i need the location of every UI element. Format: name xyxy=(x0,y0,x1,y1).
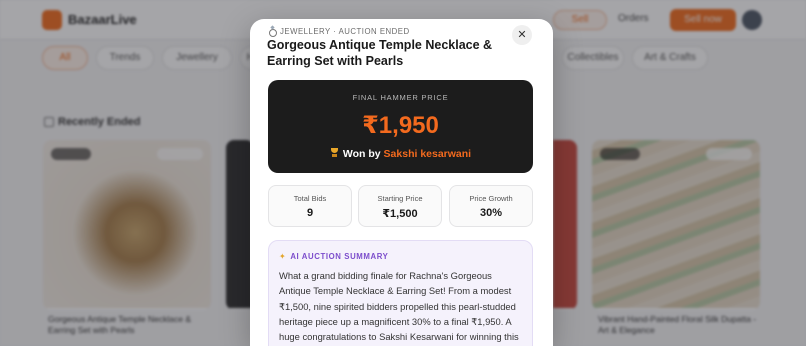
trophy-icon xyxy=(330,148,339,158)
modal-eyebrow: JEWELLERY · AUCTION ENDED xyxy=(268,25,410,37)
close-button[interactable]: ✕ xyxy=(512,25,532,45)
stat-label: Total Bids xyxy=(293,194,327,203)
stat-value: ₹1,500 xyxy=(382,208,418,220)
stat-label: Price Growth xyxy=(469,194,513,203)
winner-name: Sakshi kesarwani xyxy=(383,148,472,160)
stat-value: 9 xyxy=(306,207,314,219)
summary-heading: ✦ AI AUCTION SUMMARY xyxy=(279,252,388,261)
summary-heading-text: AI AUCTION SUMMARY xyxy=(290,252,389,261)
ai-summary-panel: ✦ AI AUCTION SUMMARY What a grand biddin… xyxy=(268,240,533,346)
won-by-label: Won by xyxy=(342,148,381,160)
hammer-price-label: FINAL HAMMER PRICE xyxy=(352,93,449,102)
eyebrow-text: JEWELLERY · AUCTION ENDED xyxy=(280,26,410,36)
stat-total-bids: Total Bids 9 xyxy=(268,185,352,227)
modal-title: Gorgeous Antique Temple Necklace & Earri… xyxy=(267,38,493,68)
summary-body: What a grand bidding finale for Rachna's… xyxy=(279,270,519,343)
stat-value: 30% xyxy=(479,207,503,219)
winner-line: Won by Sakshi kesarwani xyxy=(268,148,533,160)
stat-price-growth: Price Growth 30% xyxy=(449,185,533,227)
hammer-price-value: ₹1,950 xyxy=(362,112,439,139)
sparkle-icon: ✦ xyxy=(279,252,287,261)
stat-starting-price: Starting Price ₹1,500 xyxy=(358,185,442,227)
auction-result-modal: JEWELLERY · AUCTION ENDED Gorgeous Antiq… xyxy=(250,19,553,346)
ring-icon xyxy=(268,26,277,37)
stat-label: Starting Price xyxy=(377,194,423,203)
close-icon[interactable]: ✕ xyxy=(517,29,526,41)
hammer-price-panel: FINAL HAMMER PRICE ₹1,950 Won by Sakshi … xyxy=(268,80,533,173)
